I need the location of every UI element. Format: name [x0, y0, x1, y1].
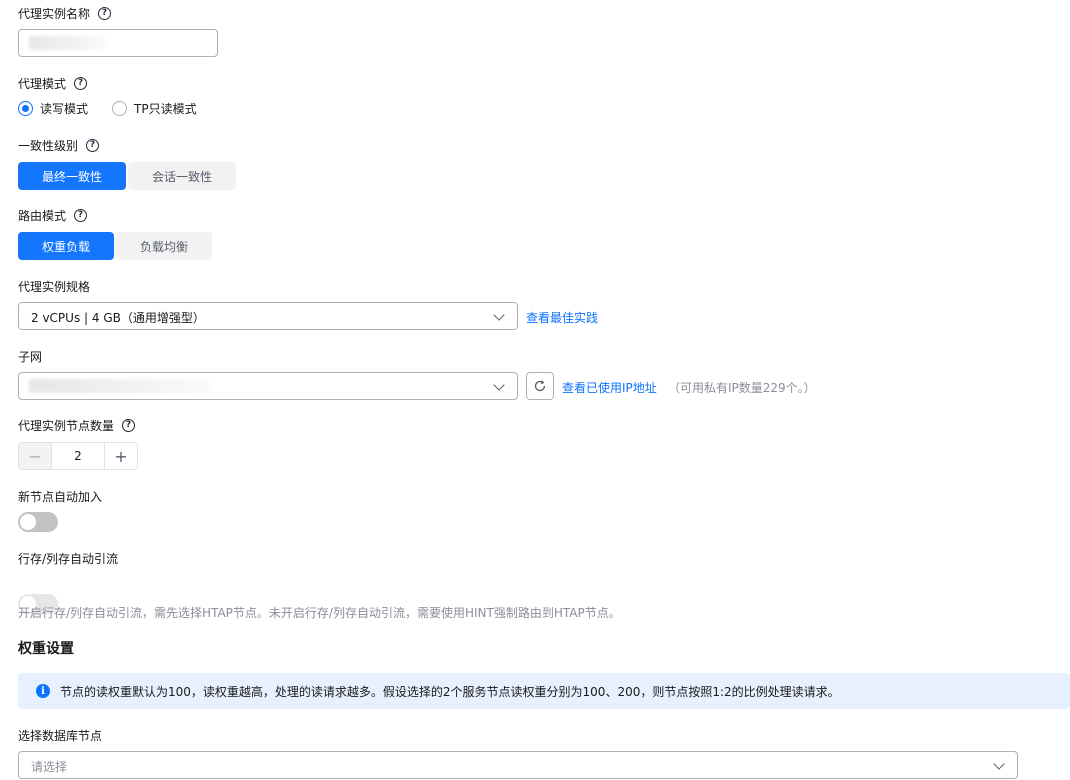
proxy-mode-radio-group: 读写模式 TP只读模式	[18, 100, 197, 117]
auto-route-hint: 开启行存/列存自动引流，需先选择HTAP节点。未开启行存/列存自动引流，需要使用…	[18, 606, 621, 620]
best-practice-link[interactable]: 查看最佳实践	[526, 309, 598, 326]
routing-label-text: 路由模式	[18, 209, 67, 223]
radio-checked-indicator	[18, 101, 33, 116]
node-count-stepper: − 2 +	[18, 442, 138, 470]
chevron-down-icon	[993, 758, 1005, 770]
weight-info-bar: i 节点的读权重默认为100，读权重越高，处理的读请求越多。假设选择的2个服务节…	[18, 673, 1070, 709]
proxy-name-label-text: 代理实例名称	[18, 7, 91, 21]
db-node-select[interactable]: 请选择	[18, 751, 1018, 779]
redacted-text	[29, 36, 105, 50]
routing-label: 路由模式 ?	[18, 207, 88, 224]
consistency-label: 一致性级别 ?	[18, 137, 100, 154]
proxy-mode-label: 代理模式 ?	[18, 75, 88, 92]
db-node-label-text: 选择数据库节点	[18, 729, 103, 743]
db-node-label: 选择数据库节点	[18, 727, 102, 744]
proxy-name-input[interactable]	[18, 29, 218, 57]
subnet-label-text: 子网	[18, 350, 43, 364]
node-count-label-text: 代理实例节点数量	[18, 419, 115, 433]
question-icon[interactable]: ?	[122, 419, 136, 432]
consistency-session-button[interactable]: 会话一致性	[128, 162, 236, 190]
node-count-label: 代理实例节点数量 ?	[18, 417, 136, 434]
consistency-label-text: 一致性级别	[18, 139, 79, 153]
question-icon[interactable]: ?	[74, 209, 88, 222]
consistency-segmented: 最终一致性 会话一致性	[18, 162, 236, 190]
increment-button[interactable]: +	[105, 443, 137, 469]
spec-label: 代理实例规格	[18, 278, 90, 295]
refresh-icon	[534, 380, 546, 392]
auto-join-toggle[interactable]	[18, 512, 58, 532]
routing-segmented: 权重负载 负载均衡	[18, 232, 212, 260]
redacted-text	[29, 379, 209, 393]
question-icon[interactable]: ?	[74, 77, 88, 90]
decrement-button[interactable]: −	[19, 443, 51, 469]
radio-label: TP只读模式	[134, 102, 197, 116]
auto-route-label: 行存/列存自动引流	[18, 550, 118, 567]
consistency-eventual-button[interactable]: 最终一致性	[18, 162, 126, 190]
spec-select[interactable]: 2 vCPUs | 4 GB（通用增强型）	[18, 302, 518, 330]
radio-label: 读写模式	[40, 102, 89, 116]
question-icon[interactable]: ?	[86, 139, 100, 152]
weight-info-text: 节点的读权重默认为100，读权重越高，处理的读请求越多。假设选择的2个服务节点读…	[60, 684, 840, 699]
auto-route-label-text: 行存/列存自动引流	[18, 552, 119, 566]
routing-balance-button[interactable]: 负载均衡	[116, 232, 212, 260]
auto-join-label-text: 新节点自动加入	[18, 490, 103, 504]
toggle-knob	[20, 514, 36, 530]
spec-label-text: 代理实例规格	[18, 280, 91, 294]
info-icon: i	[36, 684, 50, 698]
question-icon[interactable]: ?	[98, 7, 112, 20]
radio-unchecked-indicator	[112, 101, 128, 116]
auto-join-label: 新节点自动加入	[18, 488, 102, 505]
radio-tp-readonly[interactable]: TP只读模式	[112, 100, 197, 117]
radio-read-write[interactable]: 读写模式	[18, 100, 88, 117]
spec-select-value: 2 vCPUs | 4 GB（通用增强型）	[31, 311, 205, 325]
db-node-placeholder: 请选择	[31, 760, 68, 774]
weight-section-title: 权重设置	[18, 641, 74, 657]
subnet-label: 子网	[18, 348, 42, 365]
subnet-select[interactable]	[18, 372, 518, 400]
node-count-value[interactable]: 2	[51, 443, 105, 469]
chevron-down-icon	[493, 309, 505, 321]
refresh-button[interactable]	[526, 372, 554, 400]
routing-weight-button[interactable]: 权重负载	[18, 232, 114, 260]
proxy-name-label: 代理实例名称 ?	[18, 5, 112, 22]
available-ip-note: （可用私有IP数量229个。）	[668, 381, 816, 395]
proxy-mode-label-text: 代理模式	[18, 77, 67, 91]
used-ip-link[interactable]: 查看已使用IP地址	[562, 379, 657, 396]
chevron-down-icon	[493, 379, 505, 391]
